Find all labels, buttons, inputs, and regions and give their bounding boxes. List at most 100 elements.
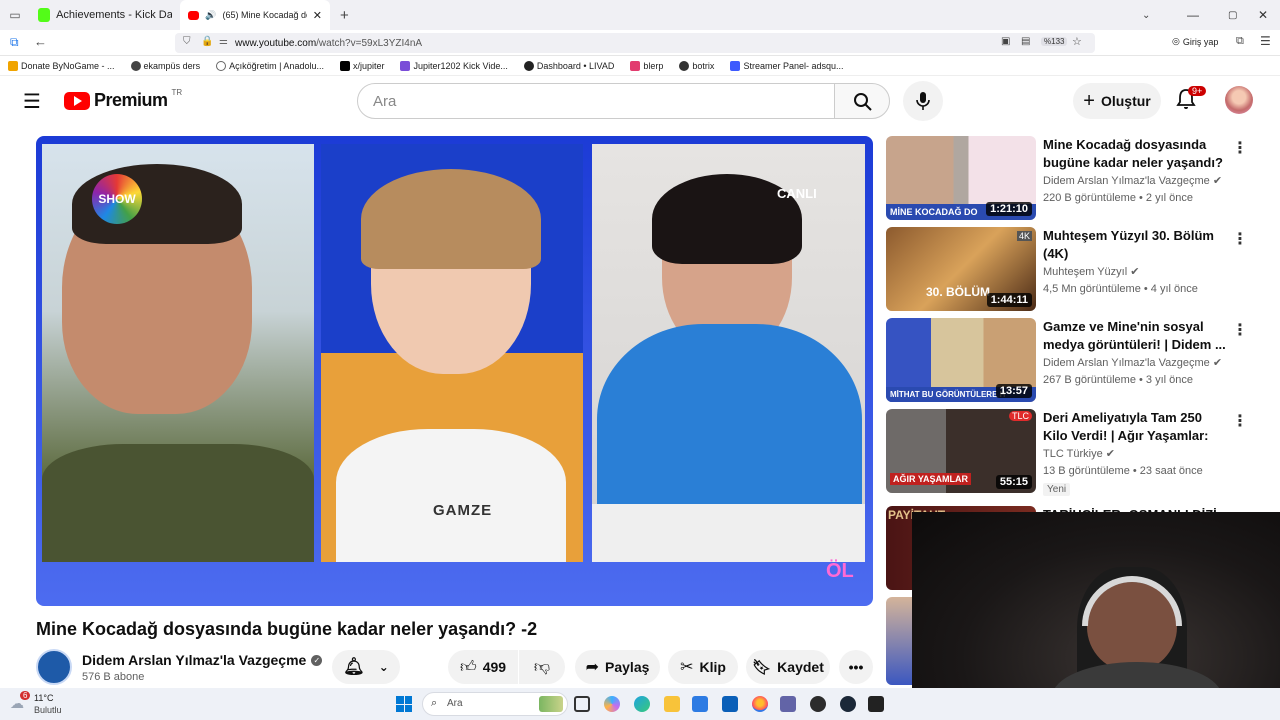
subscribed-notifications-button[interactable]: 🔔︎ ⌄ — [332, 650, 400, 684]
recommendation-channel[interactable]: TLC Türkiye ✔ — [1043, 447, 1115, 460]
window-close-button[interactable]: ✕ — [1258, 8, 1268, 22]
recommendation-channel[interactable]: Muhteşem Yüzyıl ✔ — [1043, 265, 1139, 278]
video-thumbnail[interactable]: MİTHAT BU GÖRÜNTÜLERE H 13:57 — [886, 318, 1036, 402]
epic-games-icon[interactable] — [868, 696, 884, 712]
url-field[interactable]: ⛉ 🔒 ⚌ www.youtube.com /watch?v=59xL3YZI4… — [175, 33, 1095, 53]
video-thumbnail[interactable]: TLC AĞIR YAŞAMLAR 55:15 — [886, 409, 1036, 493]
bookmark-item[interactable]: Dashboard • LIVAD — [523, 60, 614, 71]
video-duration: 13:57 — [995, 384, 1032, 398]
file-explorer-icon[interactable] — [664, 696, 680, 712]
recommendation-item[interactable]: MİNE KOCADAĞ DO 1:21:10 Mine Kocadağ dos… — [886, 136, 1248, 220]
subscriber-count: 576 B abone — [82, 671, 145, 683]
weather-badge: 6 — [20, 691, 31, 700]
back-button[interactable]: ← — [34, 34, 47, 49]
recommendation-meta: 220 B görüntüleme • 2 yıl önce — [1043, 192, 1193, 204]
outlook-icon[interactable] — [722, 696, 738, 712]
shirt-shape — [42, 444, 314, 562]
bookmark-item[interactable]: Jupiter1202 Kick Vide... — [400, 60, 508, 71]
hamburger-menu-icon[interactable]: ☰ — [23, 89, 41, 114]
show-tv-logo: SHOW — [92, 174, 142, 224]
account-icon: ◎ — [1172, 36, 1180, 46]
recommendation-title[interactable]: Deri Ameliyatıyla Tam 250 Kilo Verdi! | … — [1043, 409, 1228, 445]
bookmark-item[interactable]: Donate ByNoGame - ... — [8, 60, 115, 71]
extensions-icon[interactable]: ⧉ — [1236, 35, 1244, 48]
zoom-level[interactable]: %133 — [1041, 37, 1068, 46]
bookmark-item[interactable]: Açıköğretim | Anadolu... — [216, 60, 324, 71]
minimize-button[interactable]: — — [1187, 8, 1199, 22]
browser-menu-icon[interactable]: ☰ — [1260, 34, 1271, 48]
more-options-icon[interactable]: ⋮ — [1232, 229, 1248, 249]
recommendation-item[interactable]: TLC AĞIR YAŞAMLAR 55:15 Deri Ameliyatıyl… — [886, 409, 1248, 496]
bookmark-favicon-icon — [130, 60, 141, 71]
recommendation-meta: 4,5 Mn görüntüleme • 4 yıl önce — [1043, 283, 1198, 295]
search-button[interactable] — [834, 83, 890, 119]
dislike-button[interactable]: 👎︎ — [519, 650, 565, 684]
video-thumbnail[interactable]: MİNE KOCADAĞ DO 1:21:10 — [886, 136, 1036, 220]
avatar[interactable] — [1225, 86, 1253, 114]
task-view-icon[interactable] — [574, 696, 590, 712]
taskbar-search[interactable]: ⌕ Ara — [422, 692, 568, 716]
speaker-icon[interactable]: 🔊 — [205, 10, 216, 21]
more-actions-button[interactable]: ••• — [839, 650, 873, 684]
close-tab-icon[interactable]: ✕ — [313, 9, 322, 22]
youtube-premium-logo[interactable]: Premium TR — [64, 88, 182, 111]
start-button[interactable] — [396, 696, 412, 712]
more-options-icon[interactable]: ⋮ — [1232, 138, 1248, 158]
more-options-icon[interactable]: ⋮ — [1232, 320, 1248, 340]
bookmark-item[interactable]: blerp — [630, 60, 663, 71]
recommendation-channel[interactable]: Didem Arslan Yılmaz'la Vazgeçme ✔ — [1043, 174, 1222, 187]
account-button[interactable]: ◎ Giriş yap — [1172, 36, 1218, 47]
maximize-button[interactable]: ▢ — [1228, 10, 1237, 21]
recommendation-title[interactable]: Mine Kocadağ dosyasında bugüne kadar nel… — [1043, 136, 1228, 172]
obs-icon[interactable] — [810, 696, 826, 712]
channel-name[interactable]: Didem Arslan Yılmaz'la Vazgeçme ✓ — [82, 652, 323, 668]
recommendation-item[interactable]: MİTHAT BU GÖRÜNTÜLERE H 13:57 Gamze ve M… — [886, 318, 1248, 402]
bookmark-favicon-icon — [8, 60, 18, 71]
copilot-icon[interactable] — [604, 696, 620, 712]
kick-favicon-icon — [38, 8, 51, 22]
new-tab-button[interactable]: + — [340, 7, 349, 24]
sidebar-toggle-icon[interactable]: ⧉ — [10, 35, 19, 50]
tab-overflow-icon[interactable]: ⌄ — [1142, 10, 1150, 21]
create-button[interactable]: + Oluştur — [1073, 83, 1161, 119]
bookmark-item[interactable]: botrix — [679, 60, 714, 71]
recommendation-thumbnail-partial[interactable] — [886, 597, 912, 685]
recommendation-title[interactable]: Muhteşem Yüzyıl 30. Bölüm (4K) — [1043, 227, 1228, 263]
save-button[interactable]: 🔖︎ Kaydet — [746, 650, 830, 684]
bell-icon: 🔔︎ — [343, 657, 365, 676]
reader-view-icon[interactable]: ▤ — [1021, 36, 1030, 47]
video-thumbnail[interactable]: 30. BÖLÜM 4K 1:44:11 — [886, 227, 1036, 311]
channel-avatar[interactable] — [36, 649, 72, 685]
bookmark-star-icon[interactable]: ☆ — [1072, 35, 1082, 48]
store-icon[interactable] — [692, 696, 708, 712]
recommendation-title[interactable]: Gamze ve Mine'nin sosyal medya görüntüle… — [1043, 318, 1228, 354]
video-player[interactable]: SHOW GAMZE CANLI ÖL — [36, 136, 873, 606]
recommendation-channel[interactable]: Didem Arslan Yılmaz'la Vazgeçme ✔ — [1043, 356, 1222, 369]
bookmark-item[interactable]: x/jupiter — [339, 60, 384, 71]
brand-label: Premium — [94, 90, 168, 110]
tab-youtube-video[interactable]: 🔊 (65) Mine Kocadağ dosyası ✕ — [180, 0, 330, 30]
tab-list-icon[interactable]: ▭ — [0, 8, 30, 22]
edge-icon[interactable] — [634, 696, 650, 712]
notifications-button[interactable]: 9+ — [1176, 86, 1207, 114]
x-logo-icon — [339, 60, 350, 71]
teams-icon[interactable] — [780, 696, 796, 712]
voice-search-button[interactable] — [903, 81, 943, 121]
weather-widget[interactable]: ☁ 6 11°C Bulutlu — [8, 691, 88, 717]
tab-kick-achievements[interactable]: Achievements - Kick Dashb — [30, 0, 180, 30]
more-options-icon[interactable]: ⋮ — [1232, 411, 1248, 431]
recommendation-item[interactable]: 30. BÖLÜM 4K 1:44:11 Muhteşem Yüzyıl 30.… — [886, 227, 1248, 311]
search-input[interactable]: Ara — [357, 83, 835, 119]
bookmark-item[interactable]: Streamer Panel- adsqu... — [730, 60, 844, 71]
youtube-header: ☰ Premium TR Ara + Oluştur 9+ — [0, 76, 1280, 126]
screenshot-icon[interactable]: ▣ — [1001, 36, 1010, 47]
youtube-favicon-icon — [188, 10, 200, 20]
verified-icon: ✔ — [1212, 175, 1223, 187]
bookmark-item[interactable]: ekampüs ders — [130, 60, 200, 71]
clip-button[interactable]: ✂ Klip — [668, 650, 738, 684]
like-button[interactable]: 👍︎ 499 — [448, 650, 518, 684]
steam-icon[interactable] — [840, 696, 856, 712]
firefox-icon[interactable] — [752, 696, 768, 712]
bookmark-icon: 🔖︎ — [752, 659, 772, 676]
share-button[interactable]: ➦ Paylaş — [575, 650, 660, 684]
